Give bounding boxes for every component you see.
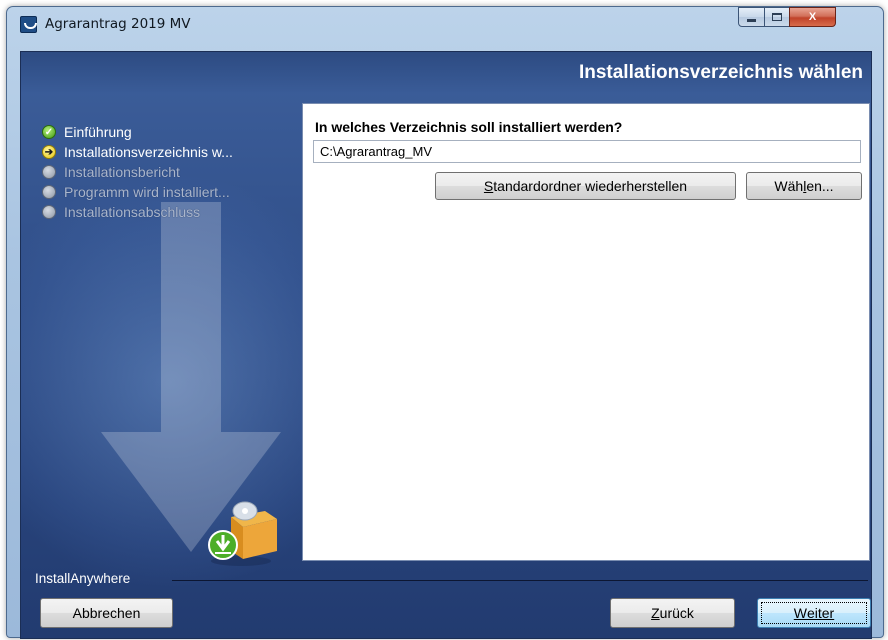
installer-body: Installationsverzeichnis wählen ✓ Einfüh… xyxy=(20,51,872,639)
maximize-button[interactable] xyxy=(764,7,790,27)
product-box-icon xyxy=(208,501,277,566)
close-icon: X xyxy=(808,11,817,23)
restore-mnemonic: S xyxy=(483,178,494,194)
choose-label-prefix: Wäh xyxy=(774,178,804,194)
cancel-button[interactable]: Abbrechen xyxy=(40,598,173,628)
step-label: Installationsverzeichnis w... xyxy=(64,144,233,160)
cancel-label: Abbrechen xyxy=(72,605,141,621)
focus-ring xyxy=(761,602,867,624)
choose-label-rest: en... xyxy=(806,178,834,194)
step-label: Programm wird installiert... xyxy=(64,184,230,200)
install-path-input[interactable] xyxy=(313,140,861,163)
header-bar: Installationsverzeichnis wählen xyxy=(21,52,871,94)
step-label: Installationsabschluss xyxy=(64,204,201,220)
step-item: Installationsbericht xyxy=(42,162,233,182)
check-icon: ✓ xyxy=(42,125,56,139)
next-button[interactable]: Weiter xyxy=(757,598,871,628)
restore-default-button[interactable]: Standardordner wiederherstellen xyxy=(435,172,736,200)
minimize-button[interactable] xyxy=(738,7,765,27)
title-bar[interactable]: Agrarantrag 2019 MV X xyxy=(7,7,883,39)
choose-folder-button[interactable]: Wäh l en... xyxy=(746,172,862,200)
minimize-icon xyxy=(747,19,756,22)
step-label: Einführung xyxy=(64,124,132,140)
page-title: Installationsverzeichnis wählen xyxy=(578,62,863,83)
main-panel: In welches Verzeichnis soll installiert … xyxy=(302,103,870,561)
circle-icon xyxy=(42,165,56,179)
footer-divider xyxy=(172,580,868,581)
vendor-label: InstallAnywhere xyxy=(35,571,131,586)
arrow-right-icon: ➔ xyxy=(42,145,56,159)
close-button[interactable]: X xyxy=(789,7,836,27)
installer-window: Agrarantrag 2019 MV X Installationsverze… xyxy=(6,6,884,639)
window-title: Agrarantrag 2019 MV xyxy=(45,16,191,32)
circle-icon xyxy=(42,185,56,199)
app-icon xyxy=(20,16,37,33)
steps-list: ✓ Einführung ➔ Installationsverzeichnis … xyxy=(42,122,233,222)
question-label: In welches Verzeichnis soll installiert … xyxy=(315,119,623,135)
step-item: ➔ Installationsverzeichnis w... xyxy=(42,142,233,162)
maximize-icon xyxy=(772,13,782,21)
restore-label: tandardordner wiederherstellen xyxy=(493,178,688,194)
step-item: Installationsabschluss xyxy=(42,202,233,222)
step-item: ✓ Einführung xyxy=(42,122,233,142)
circle-icon xyxy=(42,205,56,219)
back-button[interactable]: Zurück xyxy=(610,598,735,628)
back-mnemonic: Z xyxy=(651,605,660,621)
back-label: urück xyxy=(659,605,694,621)
step-label: Installationsbericht xyxy=(64,164,180,180)
step-item: Programm wird installiert... xyxy=(42,182,233,202)
